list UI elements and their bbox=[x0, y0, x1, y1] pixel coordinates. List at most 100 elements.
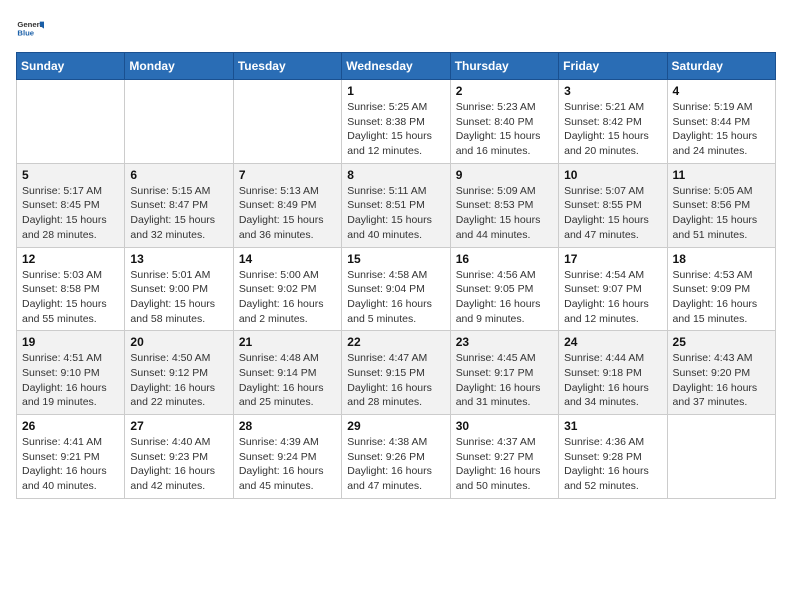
svg-text:Blue: Blue bbox=[17, 29, 34, 38]
day-detail: Sunrise: 4:58 AMSunset: 9:04 PMDaylight:… bbox=[347, 268, 444, 327]
day-detail: Sunrise: 5:07 AMSunset: 8:55 PMDaylight:… bbox=[564, 184, 661, 243]
day-cell: 5 Sunrise: 5:17 AMSunset: 8:45 PMDaylight… bbox=[17, 163, 125, 247]
day-detail: Sunrise: 5:19 AMSunset: 8:44 PMDaylight:… bbox=[673, 100, 770, 159]
day-cell: 11Sunrise: 5:05 AMSunset: 8:56 PMDayligh… bbox=[667, 163, 775, 247]
day-cell: 18Sunrise: 4:53 AMSunset: 9:09 PMDayligh… bbox=[667, 247, 775, 331]
day-cell: 3Sunrise: 5:21 AMSunset: 8:42 PMDaylight… bbox=[559, 80, 667, 164]
day-cell: 12 Sunrise: 5:03 AMSunset: 8:58 PMDayligh… bbox=[17, 247, 125, 331]
day-detail: Sunrise: 4:47 AMSunset: 9:15 PMDaylight:… bbox=[347, 351, 444, 410]
day-cell: 21 Sunrise: 4:48 AMSunset: 9:14 PMDayligh… bbox=[233, 331, 341, 415]
header: General Blue bbox=[16, 16, 776, 44]
day-cell bbox=[125, 80, 233, 164]
day-cell: 6Sunrise: 5:15 AMSunset: 8:47 PMDaylight… bbox=[125, 163, 233, 247]
col-header-wednesday: Wednesday bbox=[342, 53, 450, 80]
day-number: 14 bbox=[239, 252, 336, 266]
day-number: 22 bbox=[347, 335, 444, 349]
day-cell: 20 Sunrise: 4:50 AMSunset: 9:12 PMDayligh… bbox=[125, 331, 233, 415]
day-cell bbox=[233, 80, 341, 164]
header-row: SundayMondayTuesdayWednesdayThursdayFrid… bbox=[17, 53, 776, 80]
day-number: 17 bbox=[564, 252, 661, 266]
day-detail: Sunrise: 4:40 AMSunset: 9:23 PMDaylight:… bbox=[130, 435, 227, 494]
day-detail: Sunrise: 5:13 AMSunset: 8:49 PMDaylight:… bbox=[239, 184, 336, 243]
day-detail: Sunrise: 5:00 AMSunset: 9:02 PMDaylight:… bbox=[239, 268, 336, 327]
day-cell: 1 Sunrise: 5:25 AMSunset: 8:38 PMDaylight… bbox=[342, 80, 450, 164]
col-header-friday: Friday bbox=[559, 53, 667, 80]
day-detail: Sunrise: 4:43 AMSunset: 9:20 PMDaylight:… bbox=[673, 351, 770, 410]
day-number: 21 bbox=[239, 335, 336, 349]
day-number: 27 bbox=[130, 419, 227, 433]
day-number: 3 bbox=[564, 84, 661, 98]
day-detail: Sunrise: 5:25 AMSunset: 8:38 PMDaylight:… bbox=[347, 100, 444, 159]
col-header-thursday: Thursday bbox=[450, 53, 558, 80]
day-number: 10 bbox=[564, 168, 661, 182]
day-cell: 14 Sunrise: 5:00 AMSunset: 9:02 PMDayligh… bbox=[233, 247, 341, 331]
day-detail: Sunrise: 4:41 AMSunset: 9:21 PMDaylight:… bbox=[22, 435, 119, 494]
day-cell: 13 Sunrise: 5:01 AMSunset: 9:00 PMDayligh… bbox=[125, 247, 233, 331]
day-number: 8 bbox=[347, 168, 444, 182]
week-row-5: 26 Sunrise: 4:41 AMSunset: 9:21 PMDayligh… bbox=[17, 415, 776, 499]
day-number: 13 bbox=[130, 252, 227, 266]
day-cell: 16 Sunrise: 4:56 AMSunset: 9:05 PMDayligh… bbox=[450, 247, 558, 331]
day-number: 6 bbox=[130, 168, 227, 182]
day-cell: 29 Sunrise: 4:38 AMSunset: 9:26 PMDayligh… bbox=[342, 415, 450, 499]
day-detail: Sunrise: 4:54 AMSunset: 9:07 PMDaylight:… bbox=[564, 268, 661, 327]
day-cell bbox=[17, 80, 125, 164]
day-number: 24 bbox=[564, 335, 661, 349]
day-cell: 25 Sunrise: 4:43 AMSunset: 9:20 PMDayligh… bbox=[667, 331, 775, 415]
day-detail: Sunrise: 4:48 AMSunset: 9:14 PMDaylight:… bbox=[239, 351, 336, 410]
day-number: 1 bbox=[347, 84, 444, 98]
day-number: 20 bbox=[130, 335, 227, 349]
day-number: 9 bbox=[456, 168, 553, 182]
col-header-saturday: Saturday bbox=[667, 53, 775, 80]
day-cell: 17 Sunrise: 4:54 AMSunset: 9:07 PMDayligh… bbox=[559, 247, 667, 331]
day-number: 12 bbox=[22, 252, 119, 266]
col-header-monday: Monday bbox=[125, 53, 233, 80]
day-detail: Sunrise: 4:37 AMSunset: 9:27 PMDaylight:… bbox=[456, 435, 553, 494]
day-detail: Sunrise: 5:03 AMSunset: 8:58 PMDaylight:… bbox=[22, 268, 119, 327]
day-detail: Sunrise: 4:51 AMSunset: 9:10 PMDaylight:… bbox=[22, 351, 119, 410]
day-detail: Sunrise: 4:56 AMSunset: 9:05 PMDaylight:… bbox=[456, 268, 553, 327]
day-number: 15 bbox=[347, 252, 444, 266]
day-detail: Sunrise: 4:36 AMSunset: 9:28 PMDaylight:… bbox=[564, 435, 661, 494]
day-number: 31 bbox=[564, 419, 661, 433]
logo: General Blue bbox=[16, 16, 46, 44]
col-header-tuesday: Tuesday bbox=[233, 53, 341, 80]
day-number: 16 bbox=[456, 252, 553, 266]
day-detail: Sunrise: 5:17 AMSunset: 8:45 PMDaylight:… bbox=[22, 184, 119, 243]
day-cell: 15 Sunrise: 4:58 AMSunset: 9:04 PMDayligh… bbox=[342, 247, 450, 331]
day-number: 19 bbox=[22, 335, 119, 349]
day-number: 7 bbox=[239, 168, 336, 182]
calendar-table: SundayMondayTuesdayWednesdayThursdayFrid… bbox=[16, 52, 776, 499]
day-number: 11 bbox=[673, 168, 770, 182]
day-cell: 8 Sunrise: 5:11 AMSunset: 8:51 PMDaylight… bbox=[342, 163, 450, 247]
day-number: 23 bbox=[456, 335, 553, 349]
day-detail: Sunrise: 4:39 AMSunset: 9:24 PMDaylight:… bbox=[239, 435, 336, 494]
day-detail: Sunrise: 5:11 AMSunset: 8:51 PMDaylight:… bbox=[347, 184, 444, 243]
day-number: 5 bbox=[22, 168, 119, 182]
day-cell: 4 Sunrise: 5:19 AMSunset: 8:44 PMDaylight… bbox=[667, 80, 775, 164]
day-number: 25 bbox=[673, 335, 770, 349]
week-row-2: 5 Sunrise: 5:17 AMSunset: 8:45 PMDaylight… bbox=[17, 163, 776, 247]
day-cell: 7 Sunrise: 5:13 AMSunset: 8:49 PMDaylight… bbox=[233, 163, 341, 247]
day-cell: 10 Sunrise: 5:07 AMSunset: 8:55 PMDayligh… bbox=[559, 163, 667, 247]
week-row-1: 1 Sunrise: 5:25 AMSunset: 8:38 PMDaylight… bbox=[17, 80, 776, 164]
day-detail: Sunrise: 5:01 AMSunset: 9:00 PMDaylight:… bbox=[130, 268, 227, 327]
day-cell: 19 Sunrise: 4:51 AMSunset: 9:10 PMDayligh… bbox=[17, 331, 125, 415]
day-cell: 28 Sunrise: 4:39 AMSunset: 9:24 PMDayligh… bbox=[233, 415, 341, 499]
day-cell: 23 Sunrise: 4:45 AMSunset: 9:17 PMDayligh… bbox=[450, 331, 558, 415]
day-detail: Sunrise: 5:09 AMSunset: 8:53 PMDaylight:… bbox=[456, 184, 553, 243]
day-detail: Sunrise: 4:38 AMSunset: 9:26 PMDaylight:… bbox=[347, 435, 444, 494]
day-detail: Sunrise: 4:53 AMSunset: 9:09 PMDaylight:… bbox=[673, 268, 770, 327]
day-cell bbox=[667, 415, 775, 499]
day-detail: Sunrise: 4:45 AMSunset: 9:17 PMDaylight:… bbox=[456, 351, 553, 410]
day-number: 29 bbox=[347, 419, 444, 433]
day-detail: Sunrise: 4:44 AMSunset: 9:18 PMDaylight:… bbox=[564, 351, 661, 410]
day-cell: 27 Sunrise: 4:40 AMSunset: 9:23 PMDayligh… bbox=[125, 415, 233, 499]
day-number: 26 bbox=[22, 419, 119, 433]
day-number: 28 bbox=[239, 419, 336, 433]
day-detail: Sunrise: 4:50 AMSunset: 9:12 PMDaylight:… bbox=[130, 351, 227, 410]
day-cell: 26 Sunrise: 4:41 AMSunset: 9:21 PMDayligh… bbox=[17, 415, 125, 499]
day-number: 4 bbox=[673, 84, 770, 98]
day-cell: 9 Sunrise: 5:09 AMSunset: 8:53 PMDaylight… bbox=[450, 163, 558, 247]
day-detail: Sunrise: 5:23 AMSunset: 8:40 PMDaylight:… bbox=[456, 100, 553, 159]
